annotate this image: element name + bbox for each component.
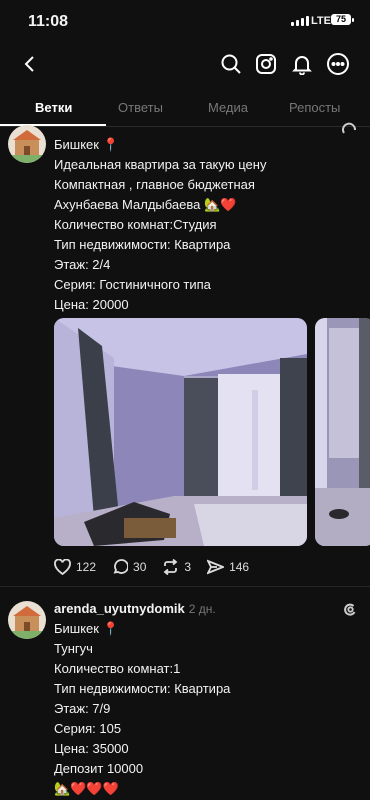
status-bar: 11:08 LTE 75 xyxy=(0,0,370,44)
avatar[interactable] xyxy=(8,125,46,163)
tab-reposts[interactable]: Репосты xyxy=(289,100,340,115)
username[interactable]: arenda_uyutnydomik xyxy=(54,601,185,616)
post[interactable]: Бишкек 📍 Идеальная квартира за такую цен… xyxy=(0,122,370,587)
post-line: Серия: 105 xyxy=(54,721,122,736)
search-icon[interactable] xyxy=(217,50,245,78)
signal-icon xyxy=(291,16,309,26)
notifications-icon[interactable] xyxy=(288,50,316,78)
repost-button[interactable]: 3 xyxy=(162,559,191,575)
post-line: Компактная , главное бюджетная xyxy=(54,177,255,192)
post-text: arenda_uyutnydomik 2 дн. Бишкек 📍 Тунгуч … xyxy=(54,599,356,799)
post-line: Количество комнат:Студия xyxy=(54,217,217,232)
threads-icon xyxy=(342,122,356,134)
post-actions: 122 30 3 146 xyxy=(54,559,249,575)
post-photo[interactable] xyxy=(54,318,307,546)
post[interactable]: arenda_uyutnydomik 2 дн. Бишкек 📍 Тунгуч … xyxy=(0,599,370,800)
post-line: Этаж: 7/9 xyxy=(54,701,111,716)
share-button[interactable]: 146 xyxy=(207,559,249,575)
like-count: 122 xyxy=(76,560,97,574)
comment-count: 30 xyxy=(133,560,147,574)
instagram-icon[interactable] xyxy=(252,50,280,78)
avatar[interactable] xyxy=(8,601,46,639)
comment-button[interactable]: 30 xyxy=(112,559,146,575)
battery-icon: 75 xyxy=(331,14,354,25)
post-line: Бишкек 📍 xyxy=(54,621,119,636)
tab-replies[interactable]: Ответы xyxy=(118,100,163,115)
post-line: Серия: Гостиничного типа xyxy=(54,277,211,292)
post-line: Тип недвижимости: Квартира xyxy=(54,237,231,252)
post-line: Количество комнат:1 xyxy=(54,661,181,676)
share-count: 146 xyxy=(229,560,250,574)
post-line: Депозит 10000 xyxy=(54,761,144,776)
post-line: Цена: 35000 xyxy=(54,741,129,756)
post-line: Этаж: 2/4 xyxy=(54,257,111,272)
post-line: Тунгуч xyxy=(54,641,93,656)
status-time: 11:08 xyxy=(28,13,69,30)
profile-tabs: Ветки Ответы Медиа Репосты xyxy=(0,92,370,127)
post-text: Бишкек 📍 Идеальная квартира за такую цен… xyxy=(54,135,356,315)
post-line: Ахунбаева Малдыбаева 🏡❤️ xyxy=(54,197,237,212)
tab-threads[interactable]: Ветки xyxy=(35,100,72,115)
post-timestamp: 2 дн. xyxy=(188,602,216,616)
post-line: Идеальная квартира за такую цену xyxy=(54,157,267,172)
like-button[interactable]: 122 xyxy=(54,559,96,575)
network-label: LTE xyxy=(311,15,331,27)
more-options-icon[interactable] xyxy=(324,50,352,78)
top-navigation xyxy=(0,44,370,84)
repost-count: 3 xyxy=(184,560,192,574)
post-divider xyxy=(0,586,370,587)
post-line: Цена: 20000 xyxy=(54,297,129,312)
back-icon[interactable] xyxy=(16,50,44,78)
post-photo[interactable] xyxy=(315,318,370,546)
post-line: 🏡❤️❤️❤️ xyxy=(54,781,119,796)
post-line: Бишкек 📍 xyxy=(54,137,119,152)
active-tab-indicator xyxy=(0,124,106,126)
tab-media[interactable]: Медиа xyxy=(208,100,248,115)
post-line: Тип недвижимости: Квартира xyxy=(54,681,231,696)
